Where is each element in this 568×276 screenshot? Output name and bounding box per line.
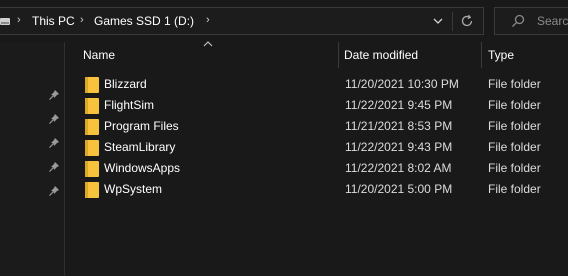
pin-icon[interactable] <box>48 113 60 125</box>
file-type: File folder <box>488 182 541 196</box>
chevron-down-icon[interactable] <box>432 15 444 27</box>
file-row[interactable]: FlightSim 11/22/2021 9:45 PM File folder <box>65 95 568 116</box>
file-date-modified: 11/22/2021 8:02 AM <box>345 161 452 175</box>
file-type: File folder <box>488 140 541 154</box>
file-date-modified: 11/20/2021 5:00 PM <box>345 182 453 196</box>
column-resize-handle[interactable] <box>338 42 339 68</box>
file-name[interactable]: WpSystem <box>104 182 162 196</box>
search-placeholder[interactable]: Search <box>537 14 568 28</box>
drive-icon <box>0 18 10 25</box>
column-header-date-modified[interactable]: Date modified <box>344 48 418 62</box>
file-name[interactable]: Program Files <box>104 119 179 133</box>
file-date-modified: 11/22/2021 9:45 PM <box>345 98 453 112</box>
column-header-type[interactable]: Type <box>488 48 514 62</box>
folder-icon <box>85 119 99 135</box>
pin-icon[interactable] <box>48 137 60 149</box>
file-name[interactable]: FlightSim <box>104 98 154 112</box>
pin-icon[interactable] <box>48 161 60 173</box>
chevron-right-icon[interactable]: › <box>206 14 210 26</box>
folder-icon <box>85 161 99 177</box>
chevron-right-icon[interactable]: › <box>80 14 84 26</box>
file-name[interactable]: SteamLibrary <box>104 140 175 154</box>
pin-icon[interactable] <box>48 185 60 197</box>
search-icon <box>512 14 525 27</box>
file-type: File folder <box>488 161 541 175</box>
sort-caret-icon <box>203 41 213 47</box>
file-date-modified: 11/22/2021 9:43 PM <box>345 140 453 154</box>
address-divider <box>452 12 453 31</box>
file-row[interactable]: Blizzard 11/20/2021 10:30 PM File folder <box>65 74 568 95</box>
file-name[interactable]: WindowsApps <box>104 161 180 175</box>
folder-icon <box>85 182 99 198</box>
folder-icon <box>85 77 99 93</box>
folder-icon <box>85 140 99 156</box>
file-type: File folder <box>488 77 541 91</box>
search-box[interactable]: Search <box>494 7 568 35</box>
file-type: File folder <box>488 119 541 133</box>
navigation-pane[interactable] <box>0 42 64 276</box>
file-row[interactable]: WpSystem 11/20/2021 5:00 PM File folder <box>65 179 568 200</box>
folder-icon <box>85 98 99 114</box>
file-row[interactable]: Program Files 11/21/2021 8:53 PM File fo… <box>65 116 568 137</box>
column-header-name[interactable]: Name <box>83 48 115 62</box>
file-date-modified: 11/21/2021 8:53 PM <box>345 119 453 133</box>
breadcrumb-games-ssd[interactable]: Games SSD 1 (D:) <box>94 14 194 28</box>
address-bar[interactable]: › This PC › Games SSD 1 (D:) › <box>0 7 484 35</box>
refresh-icon[interactable] <box>460 14 474 28</box>
file-row[interactable]: SteamLibrary 11/22/2021 9:43 PM File fol… <box>65 137 568 158</box>
chevron-right-icon[interactable]: › <box>17 14 21 26</box>
column-resize-handle[interactable] <box>481 42 482 68</box>
file-type: File folder <box>488 98 541 112</box>
file-date-modified: 11/20/2021 10:30 PM <box>345 77 459 91</box>
file-name[interactable]: Blizzard <box>104 77 147 91</box>
pin-icon[interactable] <box>48 89 60 101</box>
breadcrumb-this-pc[interactable]: This PC <box>32 14 75 28</box>
file-row[interactable]: WindowsApps 11/22/2021 8:02 AM File fold… <box>65 158 568 179</box>
